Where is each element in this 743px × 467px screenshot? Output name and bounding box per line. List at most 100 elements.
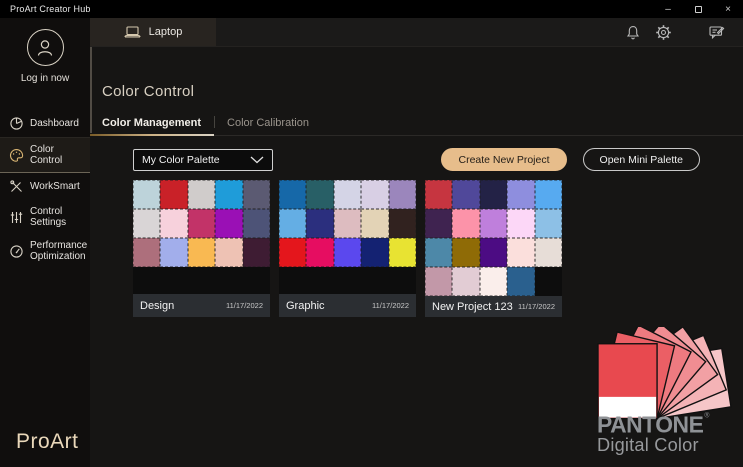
sidebar-item-performance-optimization[interactable]: Performance Optimization bbox=[0, 234, 90, 268]
color-swatch[interactable] bbox=[388, 209, 416, 238]
color-swatch[interactable] bbox=[425, 180, 453, 209]
tab-color-calibration[interactable]: Color Calibration bbox=[215, 117, 322, 135]
color-swatch[interactable] bbox=[479, 238, 508, 267]
laptop-icon bbox=[124, 25, 141, 38]
color-swatch[interactable] bbox=[242, 180, 270, 209]
device-tab-laptop[interactable]: Laptop bbox=[90, 18, 216, 46]
project-name: Graphic bbox=[286, 299, 325, 312]
color-swatch[interactable] bbox=[361, 180, 389, 209]
sidebar-item-dashboard[interactable]: Dashboard bbox=[0, 110, 90, 137]
color-swatch[interactable] bbox=[279, 209, 307, 238]
color-swatch[interactable] bbox=[187, 238, 216, 267]
color-swatch[interactable] bbox=[452, 180, 480, 209]
color-swatch[interactable] bbox=[215, 238, 243, 267]
close-button[interactable]: × bbox=[713, 0, 743, 18]
color-swatch[interactable] bbox=[388, 180, 416, 209]
topbar: Laptop bbox=[90, 18, 743, 47]
color-swatch[interactable] bbox=[160, 180, 188, 209]
color-swatch[interactable] bbox=[425, 267, 453, 296]
color-swatch[interactable] bbox=[160, 238, 188, 267]
main-content: Color Control Color Management Color Cal… bbox=[90, 47, 743, 467]
color-swatch[interactable] bbox=[425, 238, 453, 267]
proart-wordmark: ProArt bbox=[16, 430, 79, 453]
palette-dropdown-value: My Color Palette bbox=[142, 153, 220, 166]
sidebar-item-label: Dashboard bbox=[30, 118, 79, 129]
user-icon bbox=[37, 39, 53, 56]
swatch-grid bbox=[133, 180, 270, 267]
color-swatch[interactable] bbox=[507, 238, 535, 267]
color-swatch[interactable] bbox=[534, 180, 562, 209]
color-swatch[interactable] bbox=[452, 267, 480, 296]
color-swatch[interactable] bbox=[333, 238, 362, 267]
card-footer: Graphic 11/17/2022 bbox=[279, 294, 416, 317]
color-swatch[interactable] bbox=[133, 180, 161, 209]
pantone-registered-mark: ® bbox=[704, 412, 709, 420]
color-swatch[interactable] bbox=[452, 209, 480, 238]
project-name: New Project 123 bbox=[432, 300, 513, 313]
feedback-button[interactable] bbox=[708, 24, 725, 41]
settings-button[interactable] bbox=[655, 24, 672, 41]
dashboard-icon bbox=[10, 117, 23, 130]
minimize-button[interactable]: – bbox=[653, 0, 683, 18]
sidebar-nav: Dashboard Color Control WorkSmart Contro… bbox=[0, 110, 90, 268]
project-date: 11/17/2022 bbox=[518, 302, 555, 311]
feedback-icon bbox=[709, 26, 725, 40]
project-card-new-project-123[interactable]: New Project 123 11/17/2022 bbox=[425, 180, 562, 317]
color-swatch[interactable] bbox=[361, 238, 389, 267]
tab-color-management[interactable]: Color Management bbox=[90, 117, 215, 136]
color-swatch[interactable] bbox=[479, 180, 508, 209]
sidebar-item-worksmart[interactable]: WorkSmart bbox=[0, 173, 90, 200]
color-swatch[interactable] bbox=[534, 238, 562, 267]
color-swatch[interactable] bbox=[333, 180, 362, 209]
color-swatch[interactable] bbox=[479, 267, 508, 296]
color-swatch[interactable] bbox=[507, 180, 535, 209]
color-swatch[interactable] bbox=[215, 209, 243, 238]
color-swatch[interactable] bbox=[306, 209, 334, 238]
color-swatch[interactable] bbox=[452, 238, 480, 267]
chevron-down-icon bbox=[250, 156, 264, 163]
color-swatch[interactable] bbox=[479, 209, 508, 238]
color-swatch[interactable] bbox=[133, 238, 161, 267]
project-cards: Design 11/17/2022 Graphic 11/17/2022 New… bbox=[133, 180, 743, 317]
avatar bbox=[26, 29, 64, 66]
sidebar-item-label: Performance Optimization bbox=[30, 240, 88, 262]
swatch-grid bbox=[425, 180, 562, 296]
maximize-icon bbox=[694, 5, 702, 13]
project-name: Design bbox=[140, 299, 175, 312]
palette-dropdown[interactable]: My Color Palette bbox=[133, 148, 273, 171]
login-area[interactable]: Log in now bbox=[0, 18, 90, 84]
color-swatch[interactable] bbox=[507, 267, 535, 296]
gauge-icon bbox=[10, 244, 23, 258]
color-swatch[interactable] bbox=[333, 209, 362, 238]
sidebar-item-color-control[interactable]: Color Control bbox=[0, 137, 90, 173]
color-swatch[interactable] bbox=[306, 180, 334, 209]
color-swatch[interactable] bbox=[160, 209, 188, 238]
color-swatch[interactable] bbox=[306, 238, 334, 267]
color-swatch[interactable] bbox=[507, 209, 535, 238]
sidebar-item-label: Control Settings bbox=[30, 206, 67, 228]
project-date: 11/17/2022 bbox=[372, 301, 409, 310]
color-swatch[interactable] bbox=[425, 209, 453, 238]
color-swatch[interactable] bbox=[279, 238, 307, 267]
bell-icon bbox=[626, 25, 639, 39]
notifications-button[interactable] bbox=[624, 24, 641, 41]
project-card-design[interactable]: Design 11/17/2022 bbox=[133, 180, 270, 317]
gear-icon bbox=[656, 24, 671, 40]
color-swatch[interactable] bbox=[279, 180, 307, 209]
color-swatch[interactable] bbox=[361, 209, 389, 238]
color-swatch[interactable] bbox=[242, 209, 270, 238]
project-card-graphic[interactable]: Graphic 11/17/2022 bbox=[279, 180, 416, 317]
color-swatch[interactable] bbox=[242, 238, 270, 267]
create-new-project-button[interactable]: Create New Project bbox=[441, 148, 567, 171]
color-swatch[interactable] bbox=[133, 209, 161, 238]
pantone-subtitle: Digital Color bbox=[597, 435, 699, 455]
sidebar-item-control-settings[interactable]: Control Settings bbox=[0, 200, 90, 234]
color-swatch[interactable] bbox=[187, 180, 216, 209]
color-swatch[interactable] bbox=[388, 238, 416, 267]
maximize-button[interactable] bbox=[683, 0, 713, 18]
open-mini-palette-button[interactable]: Open Mini Palette bbox=[582, 148, 700, 171]
action-buttons: Create New Project Open Mini Palette bbox=[441, 148, 700, 171]
color-swatch[interactable] bbox=[187, 209, 216, 238]
color-swatch[interactable] bbox=[534, 209, 562, 238]
color-swatch[interactable] bbox=[215, 180, 243, 209]
